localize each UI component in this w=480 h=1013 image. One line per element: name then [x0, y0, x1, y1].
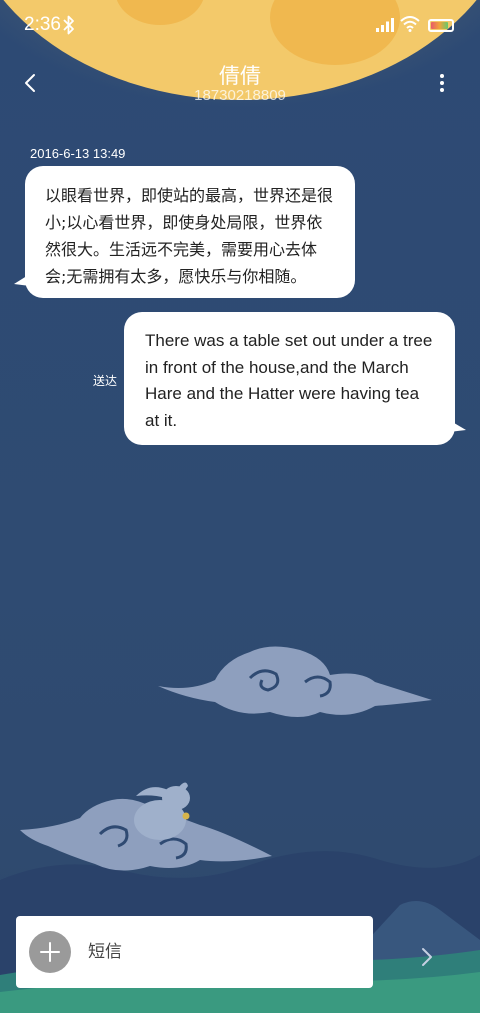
- bluetooth-icon: [63, 15, 74, 35]
- message-timestamp: 2016-6-13 13:49: [30, 146, 126, 161]
- conversation-header: 倩倩 18730218809: [0, 52, 480, 112]
- contact-number: 18730218809: [194, 87, 286, 104]
- delivery-status: 送达: [93, 374, 118, 388]
- messaging-screen: 2:36 倩倩 18730218809 2016-6-13 13:49 以眼看世…: [0, 0, 480, 1013]
- message-line: 然很大。生活远不完美，需要用心去体: [45, 240, 318, 259]
- status-time: 2:36: [24, 14, 61, 35]
- outgoing-message-bubble[interactable]: There was a table set out under a tree i…: [124, 312, 455, 445]
- contact-name[interactable]: 倩倩: [0, 60, 480, 90]
- more-options-button[interactable]: [432, 70, 452, 96]
- battery-icon: [428, 19, 454, 32]
- message-line: 小;以心看世界，即使身处局限，世界依: [45, 213, 323, 232]
- cloud-illustration: [158, 646, 432, 717]
- message-line: 会;无需拥有太多，愿快乐与你相随。: [45, 267, 307, 286]
- cellular-signal-icon: [376, 18, 394, 32]
- battery-level: [431, 22, 448, 29]
- wifi-icon: [400, 16, 420, 32]
- add-attachment-button[interactable]: [29, 931, 71, 973]
- message-line: 以眼看世界，即使站的最高，世界还是很: [45, 186, 334, 205]
- message-line: in front of the house,and the March: [145, 357, 409, 377]
- compose-bar: [16, 916, 373, 988]
- message-input[interactable]: [88, 916, 358, 988]
- message-line: Hare and the Hatter were having tea: [145, 384, 420, 403]
- message-line: at it.: [145, 410, 178, 430]
- send-button[interactable]: [418, 944, 436, 970]
- message-line: There was a table set out under a tree: [145, 331, 433, 350]
- incoming-message-bubble[interactable]: 以眼看世界，即使站的最高，世界还是很 小;以心看世界，即使身处局限，世界依 然很…: [25, 166, 355, 298]
- status-bar: 2:36: [0, 0, 480, 52]
